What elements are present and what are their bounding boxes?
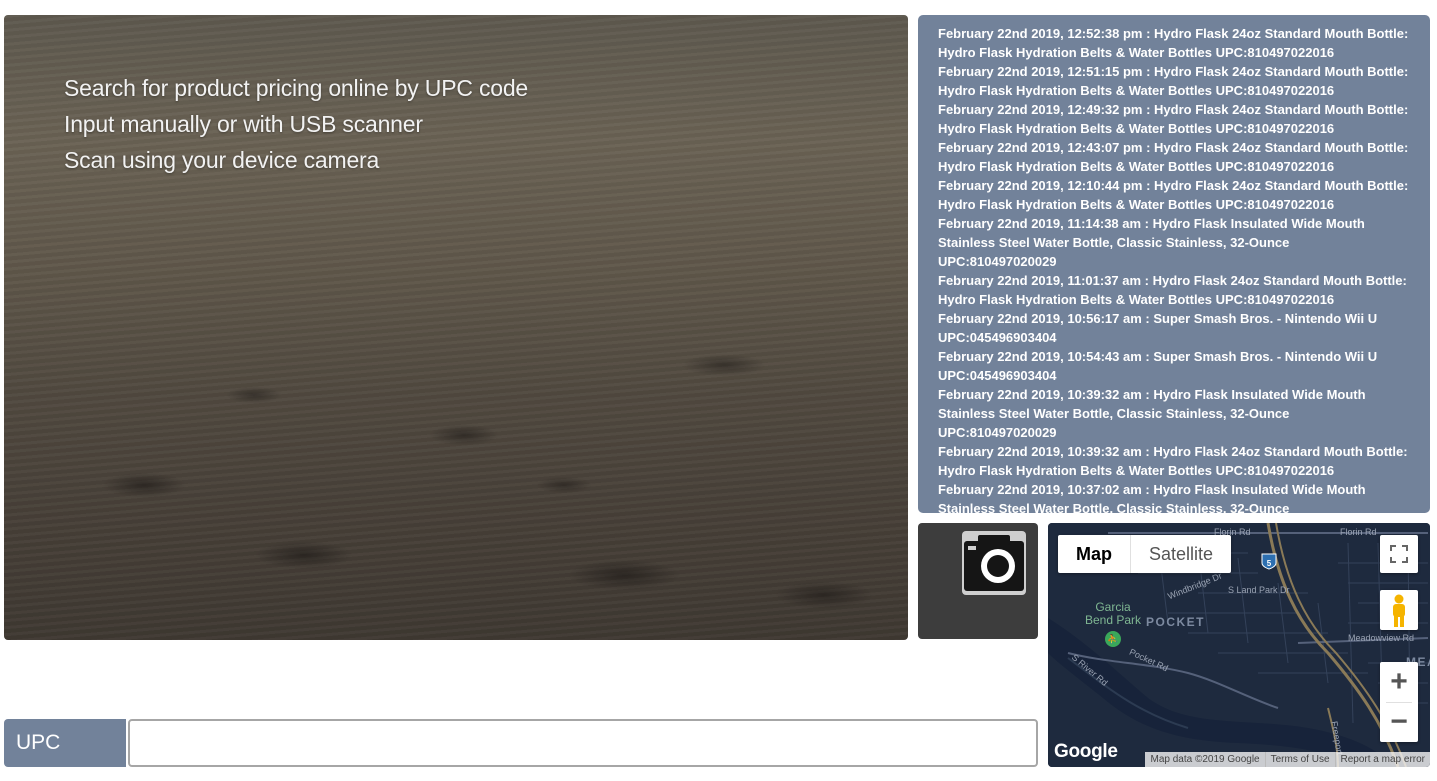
hero-banner: Search for product pricing online by UPC… <box>4 15 908 640</box>
map-data-credit: Map data ©2019 Google <box>1150 754 1260 765</box>
scan-history-entry: February 22nd 2019, 12:51:15 pm : Hydro … <box>938 64 1409 98</box>
scan-history-entry: February 22nd 2019, 12:52:38 pm : Hydro … <box>938 26 1409 60</box>
zoom-in-button[interactable]: + <box>1380 662 1418 702</box>
scan-history-entry: February 22nd 2019, 12:10:44 pm : Hydro … <box>938 178 1409 212</box>
hero-line: Scan using your device camera <box>64 147 380 173</box>
map-type-satellite-button[interactable]: Satellite <box>1131 535 1231 573</box>
map-label-garcia-bend-park: Garcia Bend Park <box>1084 600 1142 627</box>
scan-history-entry: February 22nd 2019, 12:43:07 pm : Hydro … <box>938 140 1409 174</box>
scan-history-entry: February 22nd 2019, 10:56:17 am : Super … <box>938 311 1378 345</box>
scan-history-entry: February 22nd 2019, 10:37:02 am : Hydro … <box>938 482 1366 513</box>
location-map[interactable]: 5 ⛹ Florin Rd Florin Rd Windbridge Dr S … <box>1048 523 1430 767</box>
upc-input[interactable] <box>128 719 1038 767</box>
fullscreen-icon <box>1390 545 1408 563</box>
camera-icon <box>962 531 1026 595</box>
map-attribution: Map data ©2019 Google Terms of Use Repor… <box>1145 752 1430 767</box>
scan-history-entry: February 22nd 2019, 10:39:32 am : Hydro … <box>938 444 1408 478</box>
zoom-out-button[interactable]: − <box>1380 702 1418 742</box>
interstate-shield-label: 5 <box>1267 559 1272 568</box>
map-label-florin-rd: Florin Rd <box>1340 527 1377 537</box>
scan-history-entry: February 22nd 2019, 10:39:32 am : Hydro … <box>938 387 1366 440</box>
scan-history-entry: February 22nd 2019, 12:49:32 pm : Hydro … <box>938 102 1409 136</box>
street-view-pegman-button[interactable] <box>1380 590 1418 630</box>
scan-history-entry: February 22nd 2019, 10:54:43 am : Super … <box>938 349 1378 383</box>
pegman-icon <box>1393 594 1405 627</box>
camera-scan-button[interactable] <box>918 523 1038 639</box>
scan-history-entry: February 22nd 2019, 11:01:37 am : Hydro … <box>938 273 1407 307</box>
fullscreen-button[interactable] <box>1380 535 1418 573</box>
google-logo: Google <box>1054 741 1118 762</box>
report-map-error-link[interactable]: Report a map error <box>1334 752 1430 767</box>
scan-history-list: February 22nd 2019, 12:52:38 pm : Hydro … <box>938 24 1410 513</box>
map-type-control: Map Satellite <box>1058 535 1232 573</box>
terms-of-use-link[interactable]: Terms of Use <box>1264 752 1335 767</box>
map-label-s-land-park-dr: S Land Park Dr <box>1228 585 1290 595</box>
map-type-map-button[interactable]: Map <box>1058 535 1131 573</box>
hero-line: Search for product pricing online by UPC… <box>64 75 529 101</box>
svg-text:⛹: ⛹ <box>1107 633 1118 645</box>
hero-feature-list: Search for product pricing online by UPC… <box>64 70 528 178</box>
scan-history-entry: February 22nd 2019, 11:14:38 am : Hydro … <box>938 216 1365 269</box>
zoom-control: + − <box>1380 662 1418 742</box>
map-label-pocket: POCKET <box>1146 615 1206 629</box>
scan-history-panel[interactable]: February 22nd 2019, 12:52:38 pm : Hydro … <box>918 15 1430 513</box>
upc-label: UPC <box>4 719 126 767</box>
hero-line: Input manually or with USB scanner <box>64 111 423 137</box>
map-label-meadowview-rd: Meadowview Rd <box>1348 633 1415 643</box>
